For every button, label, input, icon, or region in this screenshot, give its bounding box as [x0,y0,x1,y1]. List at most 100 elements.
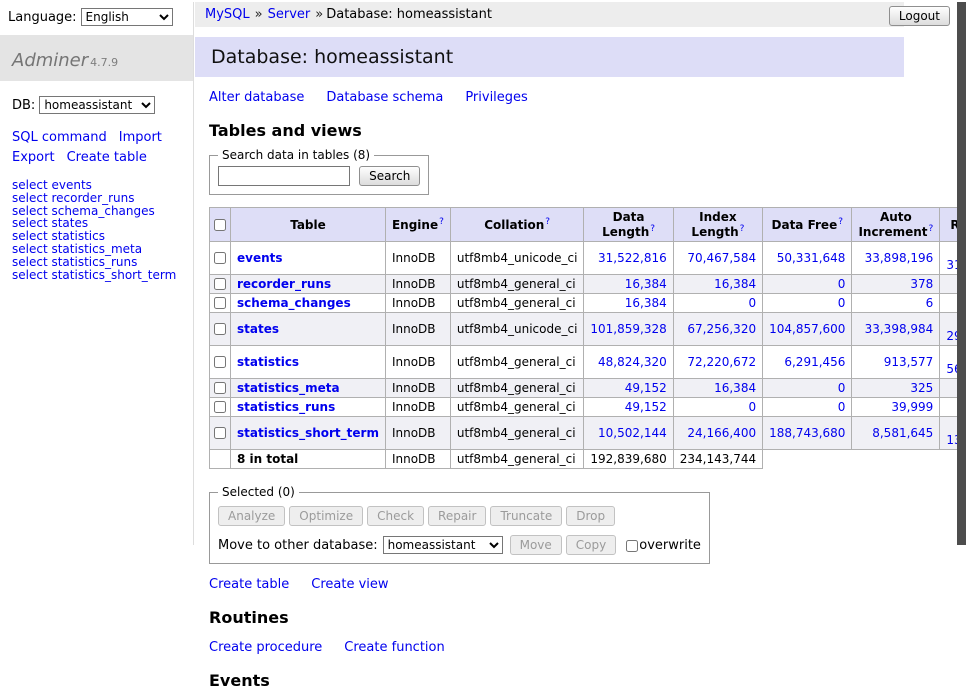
data-length-link[interactable]: 48,824,320 [598,355,667,369]
table-name-link-statistics-short-term[interactable]: statistics_short_term [237,426,379,440]
overwrite-checkbox[interactable] [626,540,638,552]
data-length-link[interactable]: 16,384 [625,277,667,291]
search-fieldset: Search data in tables (8) Search [209,148,429,195]
row-check-cell [210,275,231,294]
row-checkbox-statistics-short-term[interactable] [214,427,226,439]
create-function-link[interactable]: Create function [344,640,444,655]
cell-engine: InnoDB [385,313,450,346]
data-free-link[interactable]: 188,743,680 [769,426,845,440]
data-length-link[interactable]: 10,502,144 [598,426,667,440]
index-length-link[interactable]: 24,166,400 [687,426,756,440]
table-total-row: 8 in totalInnoDButf8mb4_general_ci192,83… [210,450,966,469]
auto-increment-link[interactable]: 913,577 [884,355,934,369]
table-name-link-events[interactable]: events [237,251,283,265]
row-checkbox-statistics-runs[interactable] [214,401,226,413]
help-link[interactable]: ? [650,224,655,234]
row-checkbox-events[interactable] [214,252,226,264]
cell-table-name: schema_changes [231,294,386,313]
table-name-link-states[interactable]: states [237,322,279,336]
breadcrumb-link-server[interactable]: Server [268,7,311,22]
row-checkbox-states[interactable] [214,323,226,335]
select-all-checkbox[interactable] [214,219,226,231]
scrollbar-thumb[interactable] [957,2,966,545]
data-free-link[interactable]: 0 [838,400,846,414]
adminer-app: Logout Language:English Adminer4.7.9 DB:… [0,2,966,690]
help-link[interactable]: ? [545,217,550,227]
database-schema-link[interactable]: Database schema [326,90,443,105]
table-name-link-schema-changes[interactable]: schema_changes [237,296,351,310]
sidebar-link-sql-command[interactable]: SQL command [12,130,107,145]
data-length-link[interactable]: 49,152 [625,400,667,414]
data-free-link[interactable]: 6,291,456 [784,355,845,369]
index-length-link[interactable]: 0 [748,400,756,414]
sidebar-select-statistics-meta[interactable]: select statistics_meta [12,243,193,256]
auto-increment-link[interactable]: 378 [910,277,933,291]
sidebar-table-list: select eventsselect recorder_runsselect … [12,179,193,281]
auto-increment-link[interactable]: 6 [926,296,934,310]
scrollbar[interactable] [957,2,966,545]
logout-button[interactable]: Logout [889,6,950,26]
sidebar-link-import[interactable]: Import [119,130,162,145]
cell-collation: utf8mb4_unicode_ci [450,313,584,346]
auto-increment-link[interactable]: 8,581,645 [872,426,933,440]
index-length-link[interactable]: 72,220,672 [687,355,756,369]
app-name: Adminer [12,50,88,71]
help-link[interactable]: ? [740,224,745,234]
create-procedure-link[interactable]: Create procedure [209,640,322,655]
data-free-link[interactable]: 50,331,648 [777,251,846,265]
db-select[interactable]: homeassistant [39,96,155,114]
sidebar-select-statistics-short-term[interactable]: select statistics_short_term [12,269,193,282]
create-table-link[interactable]: Create table [209,577,289,592]
sidebar-link-create-table[interactable]: Create table [67,150,147,165]
row-check-cell [210,379,231,398]
index-length-link[interactable]: 0 [748,296,756,310]
row-checkbox-recorder-runs[interactable] [214,278,226,290]
breadcrumb-current: Database: homeassistant [326,7,492,22]
table-name-link-statistics-runs[interactable]: statistics_runs [237,400,335,414]
language-select[interactable]: English [81,8,173,26]
row-checkbox-schema-changes[interactable] [214,297,226,309]
data-free-link[interactable]: 0 [838,277,846,291]
row-checkbox-statistics-meta[interactable] [214,382,226,394]
help-link[interactable]: ? [838,217,843,227]
table-name-link-recorder-runs[interactable]: recorder_runs [237,277,331,291]
search-button[interactable]: Search [359,166,420,186]
cell-data-free: 50,331,648 [763,242,852,275]
data-length-link[interactable]: 101,859,328 [590,322,666,336]
overwrite-option[interactable]: overwrite [625,538,701,553]
search-input[interactable] [218,166,350,186]
data-length-link[interactable]: 16,384 [625,296,667,310]
table-name-link-statistics[interactable]: statistics [237,355,299,369]
breadcrumb-link-mysql[interactable]: MySQL [205,7,250,22]
index-length-link[interactable]: 16,384 [714,277,756,291]
help-link[interactable]: ? [929,224,934,234]
data-free-link[interactable]: 0 [838,296,846,310]
index-length-link[interactable]: 70,467,584 [687,251,756,265]
analyze-button: Analyze [218,506,285,526]
index-length-link[interactable]: 16,384 [714,381,756,395]
sidebar-link-export[interactable]: Export [12,150,55,165]
create-view-link[interactable]: Create view [311,577,388,592]
auto-increment-link[interactable]: 33,398,984 [865,322,934,336]
sidebar-select-recorder-runs[interactable]: select recorder_runs [12,192,193,205]
sidebar-select-events[interactable]: select events [12,179,193,192]
move-db-select[interactable]: homeassistant [383,536,503,554]
data-length-link[interactable]: 49,152 [625,381,667,395]
auto-increment-link[interactable]: 39,999 [891,400,933,414]
row-checkbox-statistics[interactable] [214,356,226,368]
data-free-link[interactable]: 0 [838,381,846,395]
table-name-link-statistics-meta[interactable]: statistics_meta [237,381,340,395]
sidebar-select-statistics-runs[interactable]: select statistics_runs [12,256,193,269]
index-length-link[interactable]: 67,256,320 [687,322,756,336]
help-link[interactable]: ? [439,217,444,227]
data-free-link[interactable]: 104,857,600 [769,322,845,336]
cell-data-free: 0 [763,275,852,294]
table-row-events: eventsInnoDButf8mb4_unicode_ci31,522,816… [210,242,966,275]
auto-increment-link[interactable]: 325 [910,381,933,395]
data-length-link[interactable]: 31,522,816 [598,251,667,265]
cell-data-length: 10,502,144 [584,417,673,450]
alter-database-link[interactable]: Alter database [209,90,304,105]
auto-increment-link[interactable]: 33,898,196 [865,251,934,265]
privileges-link[interactable]: Privileges [465,90,528,105]
routine-links: Create procedure Create function [209,640,950,655]
